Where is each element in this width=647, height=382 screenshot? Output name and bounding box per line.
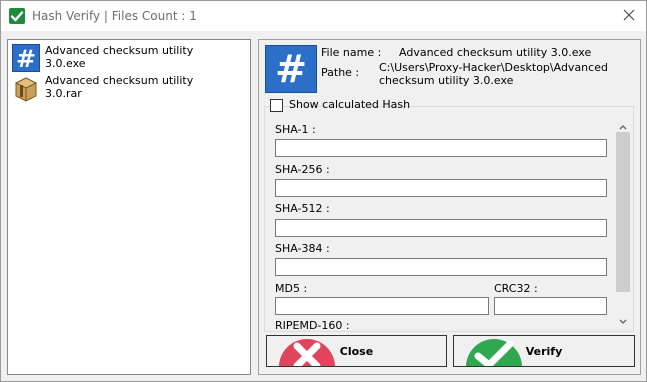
window-title: Hash Verify | Files Count : 1 <box>32 9 197 23</box>
title-bar: Hash Verify | Files Count : 1 <box>1 1 646 31</box>
show-hash-checkbox[interactable] <box>270 99 283 112</box>
scroll-down-icon[interactable] <box>619 315 627 328</box>
crc32-field[interactable] <box>494 297 607 315</box>
show-hash-option[interactable]: Show calculated Hash <box>270 97 410 113</box>
sha512-field[interactable] <box>275 219 607 237</box>
hash-verify-window: Hash Verify | Files Count : 1 # Advanced… <box>0 0 647 382</box>
crc32-label: CRC32 : <box>494 282 538 295</box>
hash-app-icon: # <box>12 44 40 73</box>
sha1-field[interactable] <box>275 139 607 157</box>
verify-button[interactable]: Verify <box>453 335 635 367</box>
close-icon[interactable] <box>620 6 638 24</box>
hash-logo-icon: # <box>265 45 317 93</box>
file-list[interactable]: # Advanced checksum utility 3.0.exe Adva… <box>7 39 251 375</box>
ripemd160-label: RIPEMD-160 : <box>275 319 350 329</box>
sha512-label: SHA-512 : <box>275 202 330 215</box>
sha1-label: SHA-1 : <box>275 123 316 136</box>
path-caption: Pathe : <box>321 66 360 79</box>
md5-field[interactable] <box>275 297 489 315</box>
path-value: C:\Users\Proxy-Hacker\Desktop\Advanced c… <box>379 61 608 87</box>
file-name-label: Advanced checksum utility 3.0.rar <box>45 74 194 100</box>
archive-icon <box>12 74 40 102</box>
close-button[interactable]: Close <box>266 335 447 367</box>
sha384-field[interactable] <box>275 258 607 276</box>
show-hash-label: Show calculated Hash <box>289 98 411 111</box>
checkmark-app-icon <box>9 8 25 24</box>
sha384-label: SHA-384 : <box>275 242 330 255</box>
file-name-value: Advanced checksum utility 3.0.exe <box>399 46 592 59</box>
sha256-field[interactable] <box>275 179 607 197</box>
svg-text:#: # <box>16 45 36 72</box>
md5-label: MD5 : <box>275 282 308 295</box>
list-item[interactable]: Advanced checksum utility 3.0.rar <box>12 74 244 104</box>
scroll-thumb[interactable] <box>616 132 630 292</box>
file-name-label: Advanced checksum utility 3.0.exe <box>45 44 194 70</box>
file-name-caption: File name : <box>321 46 382 59</box>
details-panel: # File name : Advanced checksum utility … <box>258 39 641 375</box>
verify-button-label: Verify <box>525 345 563 358</box>
close-button-label: Close <box>339 345 374 358</box>
list-item[interactable]: # Advanced checksum utility 3.0.exe <box>12 44 244 74</box>
hash-scrollbar[interactable] <box>615 117 631 328</box>
sha256-label: SHA-256 : <box>275 163 330 176</box>
